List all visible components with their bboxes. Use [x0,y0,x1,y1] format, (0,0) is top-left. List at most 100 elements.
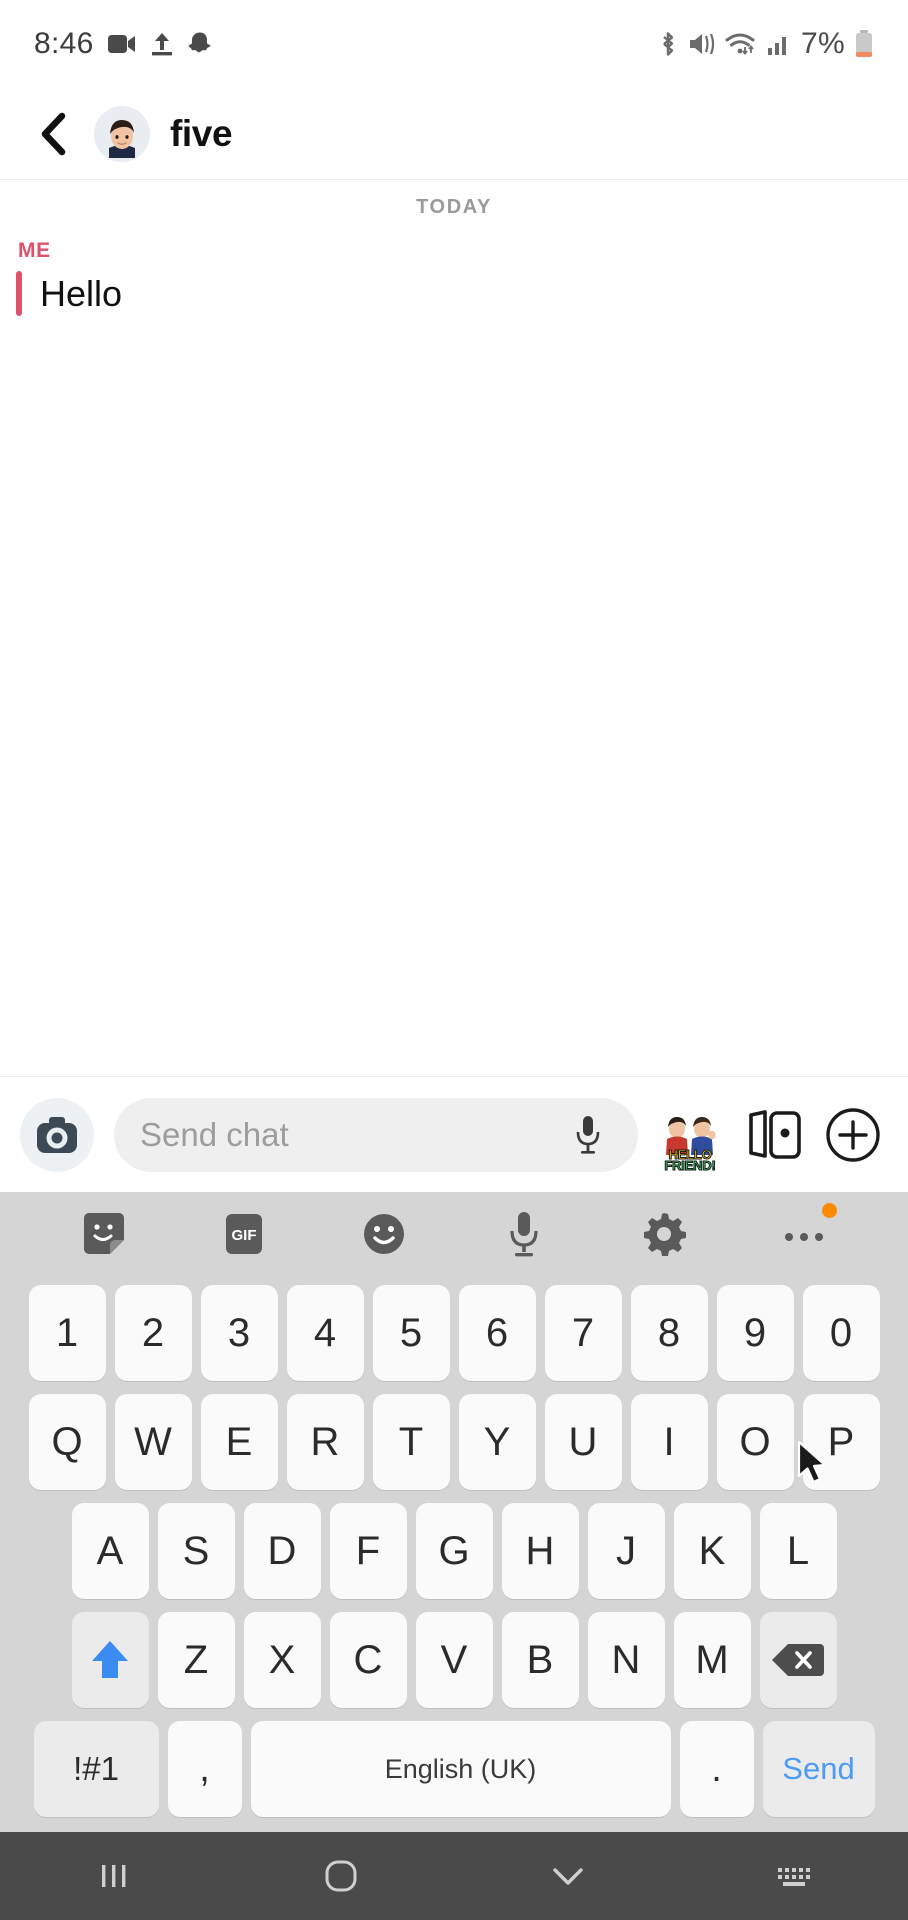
key-a[interactable]: A [71,1503,149,1599]
sticker-caption: HELLO FRIEND! [664,1146,717,1173]
key-g[interactable]: G [415,1503,493,1599]
key-o[interactable]: O [716,1394,794,1490]
key-z[interactable]: Z [157,1612,235,1708]
message-row: Hello [16,271,908,316]
message-sender-label: ME [18,239,51,262]
key-3[interactable]: 3 [200,1285,278,1381]
key-q[interactable]: Q [28,1394,106,1490]
avatar[interactable] [94,105,150,162]
status-time: 8:46 [34,27,94,60]
add-attachment-button[interactable] [822,1107,884,1163]
stickers-cards-button[interactable] [744,1109,806,1161]
gif-icon[interactable]: GIF [209,1199,279,1269]
keyboard-row-top: Q W E R T Y U I O P [6,1390,902,1494]
send-key[interactable]: Send [762,1721,875,1817]
battery-low-icon [854,29,874,59]
phone-screen: 8:46 7% five TODAY ME Hello Send chat HE… [0,0,908,1920]
key-i[interactable]: I [630,1394,708,1490]
key-8[interactable]: 8 [630,1285,708,1381]
key-t[interactable]: T [372,1394,450,1490]
upload-icon [150,31,174,57]
settings-gear-icon[interactable] [629,1199,699,1269]
snapchat-ghost-icon [188,31,212,57]
recent-apps-icon [101,1865,125,1887]
bitmoji-sticker-button[interactable]: HELLO FRIEND! [654,1099,726,1173]
chat-input-bar: Send chat HELLO FRIEND! [0,1076,908,1192]
camera-button[interactable] [20,1097,94,1172]
chat-header: five [0,88,908,180]
key-x[interactable]: X [243,1612,321,1708]
keyboard-toolbar: GIF [0,1192,908,1276]
key-4[interactable]: 4 [286,1285,364,1381]
android-navigation-bar [0,1832,908,1920]
battery-percent-label: 7% [801,27,845,60]
key-c[interactable]: C [329,1612,407,1708]
keyboard-icon [777,1868,810,1886]
key-1[interactable]: 1 [28,1285,106,1381]
key-m[interactable]: M [673,1612,751,1708]
key-d[interactable]: D [243,1503,321,1599]
microphone-icon [576,1115,600,1154]
emoji-icon[interactable] [349,1199,419,1269]
keyboard-key-rows: 1 2 3 4 5 6 7 8 9 0 Q W E R T Y U I O P … [0,1276,908,1826]
virtual-keyboard: GIF 1 2 3 4 5 6 7 8 9 0 Q W E R T Y U I … [0,1192,908,1832]
key-u[interactable]: U [544,1394,622,1490]
back-button[interactable] [26,106,82,162]
key-5[interactable]: 5 [372,1285,450,1381]
key-b[interactable]: B [501,1612,579,1708]
back-chevron-icon [37,111,71,157]
backspace-icon [772,1644,824,1676]
key-e[interactable]: E [200,1394,278,1490]
key-n[interactable]: N [587,1612,665,1708]
keyboard-row-space: !#1 , English (UK) . Send [6,1717,902,1821]
key-7[interactable]: 7 [544,1285,622,1381]
video-camera-icon [107,33,136,55]
keyboard-row-bottom: Z X C V B N M [6,1608,902,1712]
chat-input-placeholder: Send chat [140,1115,289,1153]
status-bar-left: 8:46 [34,27,212,61]
wifi-icon [725,31,757,57]
notification-badge [822,1203,837,1218]
status-bar-right: 7% [657,27,874,61]
day-divider: TODAY [416,196,492,218]
key-h[interactable]: H [501,1503,579,1599]
key-0[interactable]: 0 [802,1285,880,1381]
more-options-icon[interactable] [769,1199,839,1269]
space-key[interactable]: English (UK) [250,1721,671,1817]
shift-key[interactable] [71,1612,149,1708]
shift-arrow-icon [92,1641,128,1678]
chevron-down-icon [552,1868,583,1885]
key-w[interactable]: W [114,1394,192,1490]
key-v[interactable]: V [415,1612,493,1708]
key-f[interactable]: F [329,1503,407,1599]
period-key[interactable]: . [679,1721,754,1817]
key-s[interactable]: S [157,1503,235,1599]
key-p[interactable]: P [802,1394,880,1490]
sticker-icon[interactable] [69,1199,139,1269]
backspace-key[interactable] [759,1612,837,1708]
cellular-signal-icon [766,31,792,57]
plus-circle-icon [826,1107,880,1162]
home-icon [325,1860,356,1892]
hide-keyboard-button[interactable] [454,1862,681,1890]
message-item[interactable]: ME Hello [0,223,908,316]
key-l[interactable]: L [759,1503,837,1599]
home-button[interactable] [227,1857,454,1895]
camera-icon [36,1116,78,1154]
recent-apps-button[interactable] [0,1859,227,1893]
key-j[interactable]: J [587,1503,665,1599]
key-6[interactable]: 6 [458,1285,536,1381]
keyboard-switch-button[interactable] [681,1862,908,1890]
keyboard-microphone-icon[interactable] [489,1199,559,1269]
key-k[interactable]: K [673,1503,751,1599]
chat-input-field[interactable]: Send chat [114,1097,638,1172]
comma-key[interactable]: , [167,1721,242,1817]
key-9[interactable]: 9 [716,1285,794,1381]
key-y[interactable]: Y [458,1394,536,1490]
voice-note-button[interactable] [564,1114,612,1156]
key-r[interactable]: R [286,1394,364,1490]
symbols-key[interactable]: !#1 [33,1721,159,1817]
key-2[interactable]: 2 [114,1285,192,1381]
keyboard-row-home: A S D F G H J K L [6,1499,902,1603]
bitmoji-avatar-image [99,111,145,158]
